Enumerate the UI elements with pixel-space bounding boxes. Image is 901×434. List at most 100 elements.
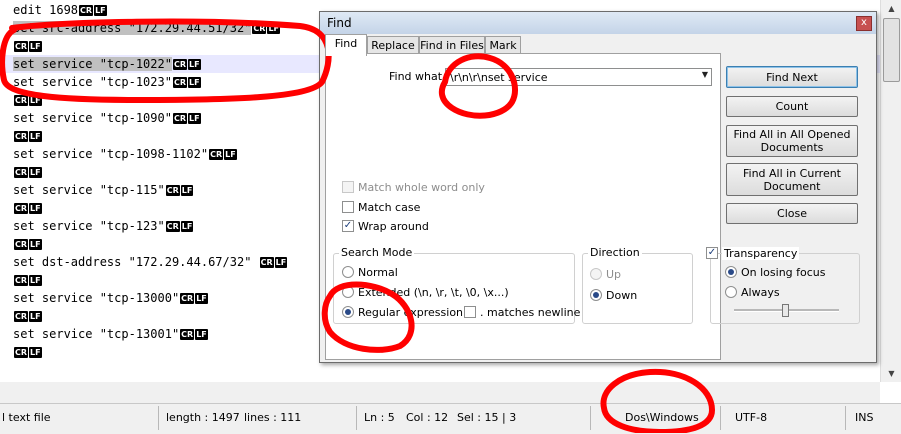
horizontal-scrollbar[interactable] [0,382,880,403]
eol-marker: CR [165,185,180,196]
always-radio[interactable] [725,286,737,298]
eol-marker: CR [14,275,29,286]
search-mode-title: Search Mode [339,246,415,259]
eol-marker: LF [29,311,42,322]
eol-marker: CR [14,41,29,52]
eol-marker: CR [172,77,187,88]
find-what-input[interactable]: \r\n\r\nset service ▼ [445,68,712,86]
eol-marker: CR [14,167,29,178]
dot-matches-newline-label: . matches newline [480,306,581,319]
editor-line-text: set service "tcp-115" [13,183,165,197]
status-filetype: l text file [2,411,51,424]
find-all-opened-button[interactable]: Find All in All Opened Documents [726,125,858,157]
transparency-slider-thumb[interactable] [782,304,789,317]
match-whole-word-label: Match whole word only [358,181,485,194]
wrap-around-checkbox[interactable] [342,220,354,232]
editor-line-text: set service "tcp-1098-1102" [13,147,209,161]
status-eol-format: Dos\Windows [625,411,699,424]
status-separator [356,406,357,430]
wrap-around-label: Wrap around [358,220,429,233]
editor-line-text: set service "tcp-13001" [13,327,180,341]
find-dialog: Find x Find Replace Find in Files Mark F… [319,11,877,363]
eol-marker: CR [14,203,29,214]
status-ln: Ln : 5 [364,411,395,424]
eol-marker: CR [14,311,29,322]
scroll-down-arrow-icon[interactable]: ▼ [881,365,901,382]
on-losing-focus-radio[interactable] [725,266,737,278]
eol-marker: LF [94,5,107,16]
on-losing-focus-label: On losing focus [741,266,826,279]
find-all-current-button[interactable]: Find All in Current Document [726,163,858,196]
status-insert-mode: INS [855,411,874,424]
editor-line-text: edit 1698 [13,3,79,17]
dialog-title: Find [327,16,352,30]
match-case-checkbox[interactable] [342,201,354,213]
regex-label: Regular expression [358,306,464,319]
find-what-label: Find what : [389,70,450,83]
close-icon[interactable]: x [856,16,872,31]
match-case-label: Match case [358,201,421,214]
find-next-button[interactable]: Find Next [726,66,858,88]
scroll-up-arrow-icon[interactable]: ▲ [881,0,901,17]
eol-marker: LF [29,275,42,286]
status-separator [158,406,159,430]
extended-radio[interactable] [342,286,354,298]
normal-radio[interactable] [342,266,354,278]
eol-marker: LF [195,293,208,304]
scrollbar-thumb[interactable] [883,18,900,82]
eol-marker: CR [259,257,274,268]
up-label: Up [606,268,622,281]
eol-marker: LF [187,59,201,70]
down-radio[interactable] [590,289,602,301]
direction-group: Direction [582,246,693,324]
regex-radio[interactable] [342,306,354,318]
editor-line-text: set dst-address "172.29.44.67/32" [13,255,259,269]
transparency-checkbox[interactable] [706,247,718,259]
tab-find[interactable]: Find [325,34,367,56]
count-button[interactable]: Count [726,96,858,117]
up-radio[interactable] [590,268,602,280]
editor-line-text: set service "tcp-1022" [13,57,172,71]
find-what-value: \r\n\r\nset service [450,71,548,84]
eol-marker: LF [274,257,288,268]
eol-marker: CR [180,329,195,340]
eol-marker: LF [187,77,201,88]
status-separator [590,406,591,430]
extended-label: Extended (\n, \r, \t, \0, \x...) [358,286,509,299]
eol-marker: CR [180,293,195,304]
editor-line-text: set service "tcp-1090" [13,111,172,125]
editor-line-text: set service "tcp-13000" [13,291,180,305]
editor-line-text: set service "tcp-123" [13,219,165,233]
normal-label: Normal [358,266,398,279]
eol-marker: CR [79,5,94,16]
match-whole-word-checkbox[interactable] [342,181,354,193]
editor-line-text: set service "tcp-1023" [13,75,172,89]
direction-title: Direction [588,246,642,259]
eol-marker: LF [267,23,281,34]
status-sel: Sel : 15 | 3 [457,411,517,424]
eol-marker: CR [172,113,187,124]
status-lines: lines : 111 [244,411,302,424]
chevron-down-icon[interactable]: ▼ [702,70,708,79]
eol-marker: LF [29,131,42,142]
eol-marker: CR [14,131,29,142]
eol-marker: LF [29,41,42,52]
eol-marker: LF [224,149,237,160]
eol-marker: CR [209,149,224,160]
eol-marker: CR [252,23,267,34]
eol-marker: LF [29,347,42,358]
dialog-titlebar[interactable]: Find x [320,12,876,34]
eol-marker: LF [29,203,42,214]
eol-marker: LF [29,239,42,250]
eol-marker: CR [14,95,29,106]
dot-matches-newline-checkbox[interactable] [464,306,476,318]
eol-marker: LF [195,329,208,340]
eol-marker: CR [165,221,180,232]
eol-marker: LF [29,95,42,106]
eol-marker: LF [180,221,194,232]
vertical-scrollbar[interactable]: ▲ ▼ [880,0,901,382]
status-length: length : 1497 [166,411,240,424]
status-col: Col : 12 [406,411,449,424]
close-button[interactable]: Close [726,203,858,224]
status-separator [720,406,721,430]
